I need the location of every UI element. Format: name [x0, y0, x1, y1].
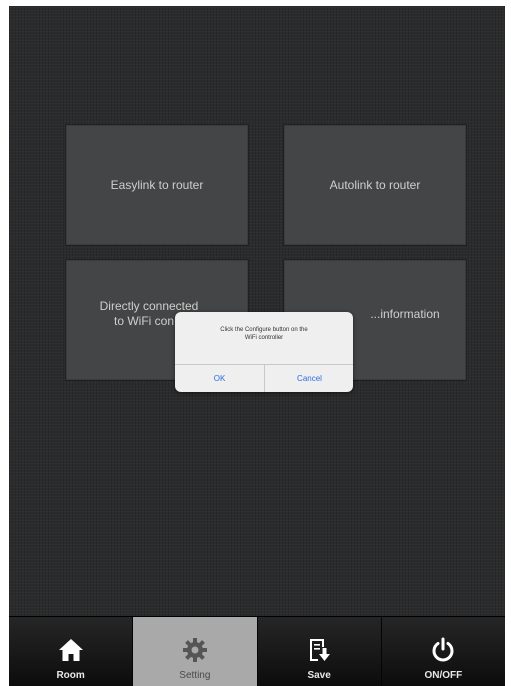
tab-setting[interactable]: Setting	[133, 617, 258, 686]
ok-button[interactable]: OK	[175, 365, 264, 392]
tab-onoff-label: ON/OFF	[424, 670, 463, 681]
modal-overlay	[9, 6, 505, 616]
power-icon	[432, 637, 454, 662]
cancel-button[interactable]: Cancel	[265, 365, 353, 392]
save-icon	[310, 639, 331, 661]
dialog-message: Click the Configure button on the WiFi c…	[220, 327, 308, 341]
bottom-tab-bar: Room Setting Save ON/OFF	[9, 616, 505, 686]
tab-onoff[interactable]: ON/OFF	[382, 617, 505, 686]
tab-room[interactable]: Room	[9, 617, 134, 686]
home-icon	[58, 639, 83, 661]
app-screen: Easylink to router Autolink to router Di…	[9, 6, 505, 686]
tab-room-label: Room	[56, 670, 85, 681]
configure-alert-dialog: Click the Configure button on the WiFi c…	[175, 312, 353, 392]
gear-icon	[182, 638, 207, 662]
tab-save[interactable]: Save	[258, 617, 382, 686]
tab-setting-label: Setting	[179, 670, 211, 681]
tab-save-label: Save	[307, 670, 331, 681]
